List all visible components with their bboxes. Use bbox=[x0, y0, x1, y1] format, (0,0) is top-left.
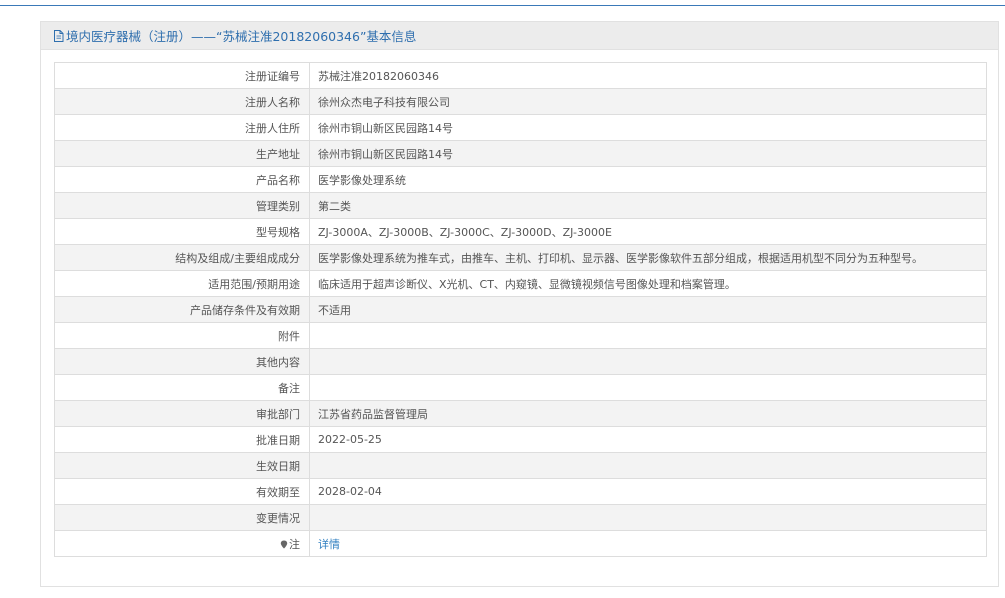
field-value: 徐州市铜山新区民园路14号 bbox=[309, 114, 987, 141]
field-value: 2028-02-04 bbox=[309, 478, 987, 505]
table-row: 备注 bbox=[54, 374, 987, 401]
field-value: 临床适用于超声诊断仪、X光机、CT、内窥镜、显微镜视频信号图像处理和档案管理。 bbox=[309, 270, 987, 297]
field-label: 审批部门 bbox=[54, 400, 310, 427]
note-value-cell: 详情 bbox=[309, 530, 987, 557]
field-value: 不适用 bbox=[309, 296, 987, 323]
field-value: 第二类 bbox=[309, 192, 987, 219]
table-row: 适用范围/预期用途 临床适用于超声诊断仪、X光机、CT、内窥镜、显微镜视频信号图像… bbox=[54, 270, 987, 297]
table-row: 批准日期 2022-05-25 bbox=[54, 426, 987, 453]
table-row: 注册人住所 徐州市铜山新区民园路14号 bbox=[54, 114, 987, 141]
field-label: 变更情况 bbox=[54, 504, 310, 531]
info-table: 注册证编号 苏械注准20182060346 注册人名称 徐州众杰电子科技有限公司 注册人… bbox=[54, 62, 987, 557]
table-row: 附件 bbox=[54, 322, 987, 349]
field-value bbox=[309, 504, 987, 531]
field-label: 管理类别 bbox=[54, 192, 310, 219]
field-value: 徐州众杰电子科技有限公司 bbox=[309, 88, 987, 115]
table-row: 生产地址 徐州市铜山新区民园路14号 bbox=[54, 140, 987, 167]
field-value bbox=[309, 322, 987, 349]
field-label: 产品储存条件及有效期 bbox=[54, 296, 310, 323]
table-row: 注册证编号 苏械注准20182060346 bbox=[54, 62, 987, 89]
note-row: 注 详情 bbox=[54, 530, 987, 557]
table-row: 产品储存条件及有效期 不适用 bbox=[54, 296, 987, 323]
table-row: 注册人名称 徐州众杰电子科技有限公司 bbox=[54, 88, 987, 115]
field-label: 注册人住所 bbox=[54, 114, 310, 141]
field-label: 注册人名称 bbox=[54, 88, 310, 115]
field-value: 江苏省药品监督管理局 bbox=[309, 400, 987, 427]
info-panel: 境内医疗器械（注册）——“苏械注准20182060346”基本信息 注册证编号苏… bbox=[40, 21, 999, 587]
field-label: 生产地址 bbox=[54, 140, 310, 167]
table-row: 变更情况 bbox=[54, 504, 987, 531]
table-row: 生效日期 bbox=[54, 452, 987, 479]
top-divider bbox=[0, 5, 1005, 6]
field-value bbox=[309, 348, 987, 375]
detail-link[interactable]: 详情 bbox=[318, 538, 340, 551]
field-value: 医学影像处理系统 bbox=[309, 166, 987, 193]
panel-header: 境内医疗器械（注册）——“苏械注准20182060346”基本信息 bbox=[41, 22, 998, 50]
field-label: 结构及组成/主要组成成分 bbox=[54, 244, 310, 271]
field-value: 苏械注准20182060346 bbox=[309, 62, 987, 89]
table-row: 结构及组成/主要组成成分 医学影像处理系统为推车式，由推车、主机、打印机、显示器、… bbox=[54, 244, 987, 271]
table-row: 产品名称 医学影像处理系统 bbox=[54, 166, 987, 193]
page-title: 境内医疗器械（注册）——“苏械注准20182060346”基本信息 bbox=[66, 29, 417, 44]
pin-icon bbox=[280, 540, 288, 549]
field-value: 医学影像处理系统为推车式，由推车、主机、打印机、显示器、医学影像软件五部分组成，… bbox=[309, 244, 987, 271]
field-label: 备注 bbox=[54, 374, 310, 401]
field-label: 注册证编号 bbox=[54, 62, 310, 89]
field-label: 其他内容 bbox=[54, 348, 310, 375]
field-label: 附件 bbox=[54, 322, 310, 349]
field-label: 适用范围/预期用途 bbox=[54, 270, 310, 297]
table-row: 型号规格 ZJ-3000A、ZJ-3000B、ZJ-3000C、ZJ-3000D、… bbox=[54, 218, 987, 245]
field-value bbox=[309, 452, 987, 479]
document-icon bbox=[54, 29, 64, 42]
field-label: 生效日期 bbox=[54, 452, 310, 479]
field-label: 批准日期 bbox=[54, 426, 310, 453]
field-label: 有效期至 bbox=[54, 478, 310, 505]
field-value: 2022-05-25 bbox=[309, 426, 987, 453]
table-row: 管理类别 第二类 bbox=[54, 192, 987, 219]
field-label: 产品名称 bbox=[54, 166, 310, 193]
table-row: 有效期至 2028-02-04 bbox=[54, 478, 987, 505]
field-value: ZJ-3000A、ZJ-3000B、ZJ-3000C、ZJ-3000D、ZJ-3… bbox=[309, 218, 987, 245]
note-label: 注 bbox=[289, 537, 300, 551]
note-label-cell: 注 bbox=[54, 530, 310, 557]
field-label: 型号规格 bbox=[54, 218, 310, 245]
table-row: 审批部门 江苏省药品监督管理局 bbox=[54, 400, 987, 427]
field-value: 徐州市铜山新区民园路14号 bbox=[309, 140, 987, 167]
field-value bbox=[309, 374, 987, 401]
table-row: 其他内容 bbox=[54, 348, 987, 375]
